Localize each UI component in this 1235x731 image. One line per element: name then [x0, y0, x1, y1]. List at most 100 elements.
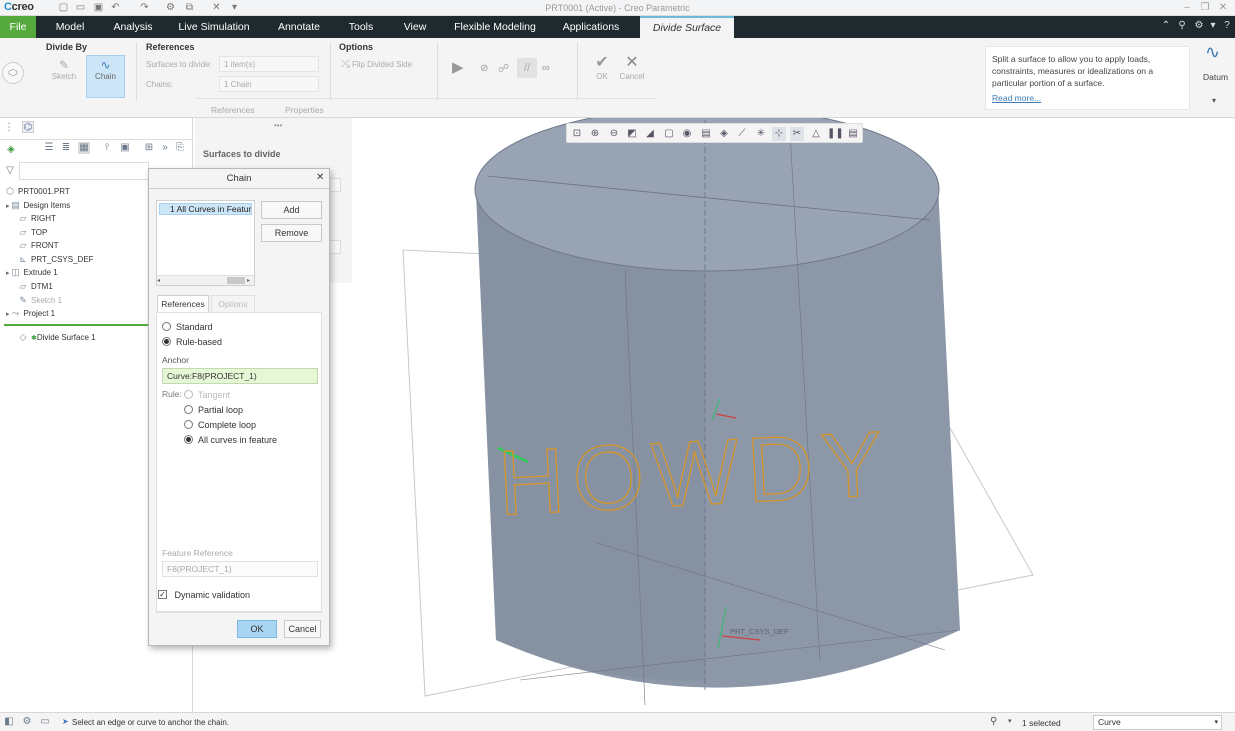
help-icon[interactable]: ? — [1221, 20, 1233, 32]
tab-view[interactable]: View — [398, 16, 432, 38]
tab-properties-panel[interactable]: Properties — [285, 105, 324, 115]
scroll-thumb[interactable] — [227, 277, 245, 284]
more-tools-icon[interactable]: » — [159, 142, 171, 154]
tab-divide-surface[interactable]: Divide Surface — [640, 16, 734, 38]
tree-columns-icon[interactable]: ≣ — [60, 142, 72, 154]
glasses-icon[interactable]: ∞ — [542, 62, 550, 74]
play-icon[interactable]: ▶ — [452, 58, 464, 76]
tree-item-sketch-1[interactable]: ✎ Sketch 1 — [17, 294, 62, 307]
zoom-out-icon[interactable]: ⊖ — [607, 127, 621, 141]
folder-browser-tab-icon[interactable]: ⌬ — [22, 121, 34, 133]
annotation-display-icon[interactable]: ✳ — [754, 127, 768, 141]
search-tree-input[interactable] — [19, 162, 149, 180]
tab-references-panel[interactable]: References — [211, 105, 254, 115]
tab-file[interactable]: File — [0, 16, 36, 38]
repaint-icon[interactable]: ◩ — [625, 127, 639, 141]
tangent-radio[interactable]: Tangent — [184, 389, 230, 400]
tree-filter-icon[interactable]: ⫯ — [101, 142, 113, 154]
dialog-close-icon[interactable]: ✕ — [316, 172, 324, 183]
filter-icon[interactable]: ▽ — [4, 165, 16, 177]
tab-references[interactable]: References — [157, 295, 209, 312]
dialog-ok-button[interactable]: OK — [237, 620, 277, 638]
tab-annotate[interactable]: Annotate — [272, 16, 326, 38]
tab-flexible-modeling[interactable]: Flexible Modeling — [450, 16, 540, 38]
more-icon[interactable]: ▤ — [846, 127, 860, 141]
cancel-button[interactable]: ✕ Cancel — [617, 52, 647, 81]
pause-icon[interactable]: ⊘ — [480, 63, 488, 74]
section-icon[interactable]: ▤ — [699, 127, 713, 141]
selection-filter-dropdown[interactable]: Curve ▾ — [1093, 715, 1222, 730]
all-curves-radio[interactable]: All curves in feature — [184, 434, 277, 445]
find-icon[interactable]: ⚲ — [990, 716, 997, 727]
saved-orientations-icon[interactable]: ▢ — [662, 127, 676, 141]
refit-icon[interactable]: ⊡ — [570, 127, 584, 141]
zoom-in-icon[interactable]: ⊕ — [588, 127, 602, 141]
display-style-icon[interactable]: ◉ — [680, 127, 694, 141]
chain-list-item[interactable]: 1 All Curves in Feature — [159, 203, 252, 215]
tree-item-divide-surface-1[interactable]: ◇ ✱Divide Surface 1 — [17, 331, 96, 344]
full-screen-icon[interactable]: ▭ — [39, 716, 51, 728]
tree-item-right[interactable]: ▱ RIGHT — [17, 212, 56, 225]
feature-reference-field[interactable]: F8(PROJECT_1) — [162, 561, 318, 577]
read-more-link[interactable]: Read more... — [992, 92, 1183, 104]
axis-display-icon[interactable]: ✂ — [790, 127, 804, 141]
standard-radio[interactable]: Standard — [162, 321, 213, 332]
tree-item-project-1[interactable]: ▸ ⤳ Project 1 — [6, 307, 55, 320]
ok-button[interactable]: ✔ OK — [588, 52, 616, 81]
datum-display-icon[interactable]: ⟋ — [735, 127, 749, 141]
tab-applications[interactable]: Applications — [557, 16, 625, 38]
tree-item-prt-csys-def[interactable]: ⊾ PRT_CSYS_DEF — [17, 253, 93, 266]
tab-model[interactable]: Model — [48, 16, 92, 38]
settings-icon[interactable]: ⚙ — [1193, 20, 1205, 32]
tab-analysis[interactable]: Analysis — [108, 16, 158, 38]
view-manager-icon[interactable]: ◈ — [717, 127, 731, 141]
preview-icon[interactable]: // — [517, 58, 537, 78]
surfaces-to-divide-field[interactable]: 1 item(s) — [219, 56, 319, 72]
spin-center-icon[interactable]: △ — [809, 127, 823, 141]
rule-based-radio[interactable]: Rule-based — [162, 336, 222, 347]
tree-item-extrude-1[interactable]: ▸ ◫ Extrude 1 — [6, 266, 58, 279]
scroll-left-icon[interactable]: ◂ — [157, 277, 160, 284]
partial-loop-radio[interactable]: Partial loop — [184, 404, 243, 415]
pause-animation-icon[interactable]: ❚❚ — [827, 127, 844, 141]
dropdown-icon[interactable]: ▾ — [1207, 20, 1219, 32]
anchor-field[interactable]: Curve:F8(PROJECT_1) — [162, 368, 318, 384]
find-dropdown-icon[interactable]: ▾ — [1008, 717, 1012, 725]
details-button[interactable] — [329, 178, 341, 192]
tree-display-icon[interactable]: ⎘ — [174, 142, 186, 154]
tree-settings-icon[interactable]: ▣ — [119, 142, 131, 154]
tree-root[interactable]: ⬡ PRT0001.PRT — [4, 185, 70, 198]
layer-tree-icon[interactable]: ▦ — [78, 142, 90, 154]
details-button[interactable] — [329, 240, 341, 254]
datum-icon[interactable]: ∿ — [1205, 42, 1220, 63]
flip-divided-side-button[interactable]: ⤯ Flip Divided Side — [341, 58, 433, 71]
toggle-navigator-icon[interactable]: ◧ — [3, 716, 15, 728]
scroll-right-icon[interactable]: ▸ — [247, 277, 250, 284]
maximize-icon[interactable]: ❐ — [1199, 2, 1211, 14]
tree-item-front[interactable]: ▱ FRONT — [17, 239, 59, 252]
dialog-cancel-button[interactable]: Cancel — [284, 620, 321, 638]
tab-live-simulation[interactable]: Live Simulation — [176, 16, 252, 38]
minimize-ribbon-icon[interactable]: ⌃ — [1160, 20, 1172, 32]
csys-display-icon[interactable]: ⊹ — [772, 127, 786, 141]
tree-list-icon[interactable]: ☰ — [43, 142, 55, 154]
close-icon[interactable]: ✕ — [1217, 2, 1229, 14]
remove-button[interactable]: Remove — [261, 224, 322, 242]
add-button[interactable]: Add — [261, 201, 322, 219]
horizontal-scrollbar[interactable]: ◂ ▸ — [157, 275, 254, 285]
chains-field[interactable]: 1 Chain — [219, 76, 319, 92]
chain-button[interactable]: ∿ Chain — [86, 55, 125, 98]
tab-tools[interactable]: Tools — [343, 16, 379, 38]
verify-icon[interactable]: ☍ — [498, 62, 509, 75]
tree-item-dtm1[interactable]: ▱ DTM1 — [17, 280, 53, 293]
tree-columns-setup-icon[interactable]: ⊞ — [143, 142, 155, 154]
search-icon[interactable]: ⚲ — [1176, 20, 1188, 32]
complete-loop-radio[interactable]: Complete loop — [184, 419, 256, 430]
tree-item-design-items[interactable]: ▸ ▤ Design Items — [6, 199, 70, 212]
dynamic-validation-checkbox[interactable]: ✓ Dynamic validation — [158, 589, 250, 600]
sketch-button[interactable]: ✎ Sketch — [47, 56, 81, 98]
datum-dropdown-icon[interactable]: ▾ — [1212, 96, 1216, 105]
tree-item-top[interactable]: ▱ TOP — [17, 226, 48, 239]
minimize-icon[interactable]: – — [1181, 2, 1193, 14]
tab-options[interactable]: Options — [211, 295, 255, 312]
